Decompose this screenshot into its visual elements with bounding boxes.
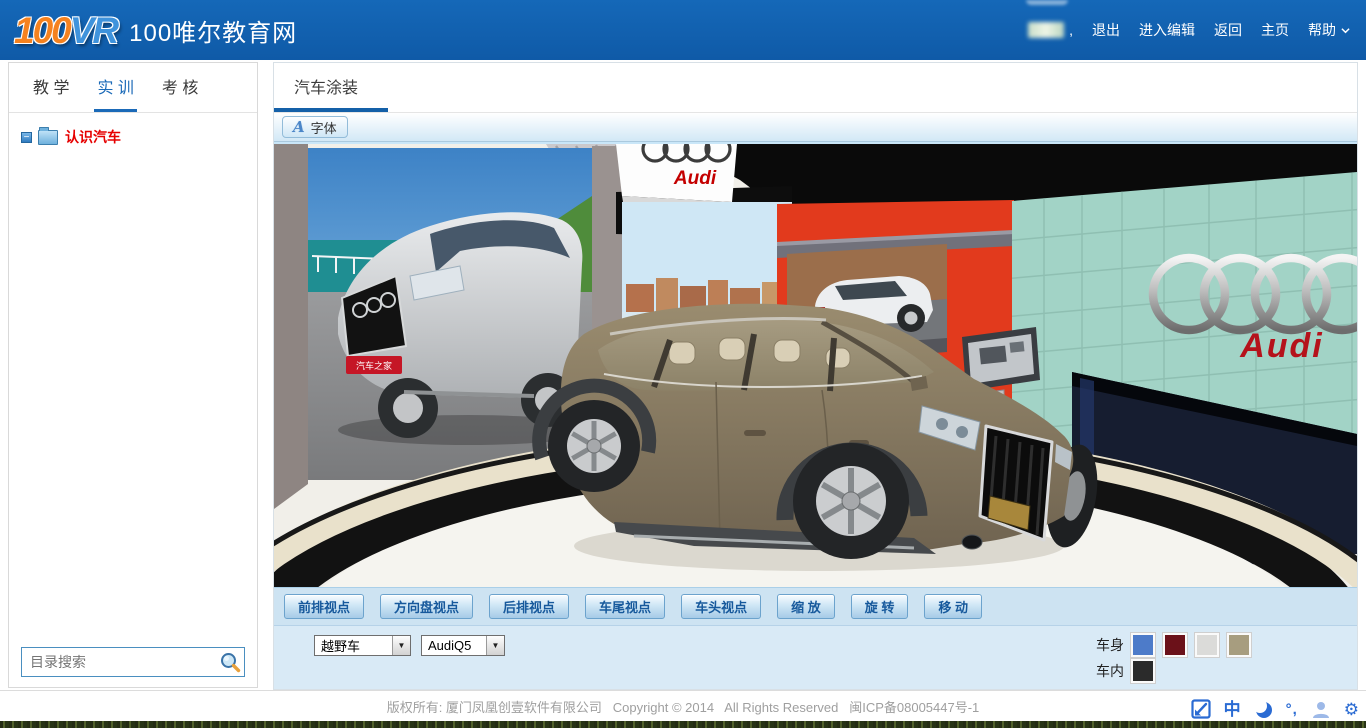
audi-sign: Audi <box>616 144 737 208</box>
logo-vr: VR <box>70 10 117 51</box>
body-color-swatch-darkred[interactable] <box>1163 633 1187 657</box>
body-color-swatch-blue[interactable] <box>1131 633 1155 657</box>
enter-edit-link[interactable]: 进入编辑 <box>1139 20 1195 40</box>
back-link[interactable]: 返回 <box>1214 20 1242 40</box>
username-redacted <box>1028 22 1064 38</box>
chevron-down-icon <box>1341 26 1350 35</box>
search-icon[interactable] <box>219 651 241 673</box>
rotate-button[interactable]: 旋 转 <box>851 594 909 619</box>
sidebar: 教 学 实 训 考 核 − 认识汽车 <box>8 62 258 688</box>
folder-icon <box>38 130 58 145</box>
steering-wheel-view-button[interactable]: 方向盘视点 <box>380 594 473 619</box>
rear-seat-view-button[interactable]: 后排视点 <box>489 594 569 619</box>
user-icon[interactable] <box>1311 700 1331 719</box>
tree-collapse-icon[interactable]: − <box>21 132 32 143</box>
ime-toolbar: 中 °, ⚙ <box>1191 699 1359 719</box>
wall-brand-text: Audi <box>1239 327 1324 365</box>
car-type-select[interactable]: 越野车 ▼ <box>314 635 411 656</box>
copyright-text: 版权所有: 厦门凤凰创壹软件有限公司 Copyright © 2014 All … <box>387 697 980 716</box>
tree-node-cars[interactable]: − 认识汽车 <box>21 127 245 147</box>
username-comma: , <box>1069 22 1073 38</box>
move-button[interactable]: 移 动 <box>924 594 982 619</box>
page-footer: 版权所有: 厦门凤凰创壹软件有限公司 Copyright © 2014 All … <box>0 690 1366 721</box>
tab-teaching[interactable]: 教 学 <box>30 63 72 112</box>
tab-assessment[interactable]: 考 核 <box>159 63 201 112</box>
sign-brand-text: Audi <box>673 168 717 189</box>
settings-gear-icon[interactable]: ⚙ <box>1344 701 1359 718</box>
main-panel: 汽车涂装 A 字体 <box>273 62 1358 690</box>
course-tree: − 认识汽车 <box>9 113 257 161</box>
car-model-value: AudiQ5 <box>422 638 486 653</box>
tab-car-painting[interactable]: 汽车涂装 <box>274 63 388 112</box>
interior-color-swatch-black[interactable] <box>1131 659 1155 683</box>
tab-training[interactable]: 实 训 <box>94 63 136 112</box>
catalog-search <box>21 647 245 677</box>
body-color-label: 车身 <box>1092 635 1124 655</box>
punctuation-icon[interactable]: °, <box>1286 702 1298 717</box>
paint-color-panel: 车身 车内 <box>1092 633 1259 685</box>
front-wheel <box>793 443 909 559</box>
poster-banner-text: 汽车之家 <box>356 360 392 371</box>
logout-link[interactable]: 退出 <box>1092 20 1120 40</box>
dropdown-arrow-icon: ▼ <box>392 636 410 655</box>
body-color-swatch-white[interactable] <box>1195 633 1219 657</box>
car-model-select[interactable]: AudiQ5 ▼ <box>421 635 505 656</box>
showroom-scene: 汽车之家 Audi <box>274 144 1357 587</box>
home-link[interactable]: 主页 <box>1261 20 1289 40</box>
body-color-swatch-khaki[interactable] <box>1227 633 1251 657</box>
viewpoint-button-row: 前排视点 方向盘视点 后排视点 车尾视点 车头视点 缩 放 旋 转 移 动 <box>274 587 1357 625</box>
desktop-wallpaper-strip <box>0 721 1366 728</box>
front-seat-view-button[interactable]: 前排视点 <box>284 594 364 619</box>
interior-color-label: 车内 <box>1092 661 1124 681</box>
font-button-label: 字体 <box>311 118 337 137</box>
page: 100VR 100唯尔教育网 , 退出 进入编辑 返回 主页 帮助 教 学 实 … <box>0 0 1366 728</box>
search-input[interactable] <box>22 654 219 670</box>
dropdown-arrow-icon: ▼ <box>486 636 504 655</box>
font-button[interactable]: A 字体 <box>282 116 348 138</box>
chinese-input-icon[interactable]: 中 <box>1224 701 1241 718</box>
tree-node-label: 认识汽车 <box>65 127 121 147</box>
viewer-toolbar: A 字体 <box>274 113 1357 142</box>
logo-100: 100 <box>14 10 70 51</box>
fog-light <box>962 535 982 549</box>
rear-wheel <box>548 400 640 492</box>
site-title: 100唯尔教育网 <box>129 13 297 48</box>
font-icon: A <box>293 118 305 136</box>
rear-view-button[interactable]: 车尾视点 <box>585 594 665 619</box>
sidebar-tabs: 教 学 实 训 考 核 <box>9 63 257 113</box>
content-tabbar: 汽车涂装 <box>274 63 1357 113</box>
help-label: 帮助 <box>1308 20 1336 40</box>
app-header: 100VR 100唯尔教育网 , 退出 进入编辑 返回 主页 帮助 <box>0 0 1366 60</box>
help-link[interactable]: 帮助 <box>1308 20 1350 40</box>
logo[interactable]: 100VR <box>14 12 117 49</box>
showroom-3d-viewport[interactable]: 汽车之家 Audi <box>274 142 1357 587</box>
car-type-value: 越野车 <box>315 636 392 655</box>
front-view-button[interactable]: 车头视点 <box>681 594 761 619</box>
ime-pen-icon[interactable] <box>1191 699 1211 719</box>
halfwidth-moon-icon[interactable] <box>1254 700 1273 719</box>
zoom-button[interactable]: 缩 放 <box>777 594 835 619</box>
left-wall <box>274 144 308 509</box>
control-strip: 越野车 ▼ AudiQ5 ▼ 车身 车内 <box>274 625 1357 689</box>
header-links: , 退出 进入编辑 返回 主页 帮助 <box>1028 0 1350 60</box>
